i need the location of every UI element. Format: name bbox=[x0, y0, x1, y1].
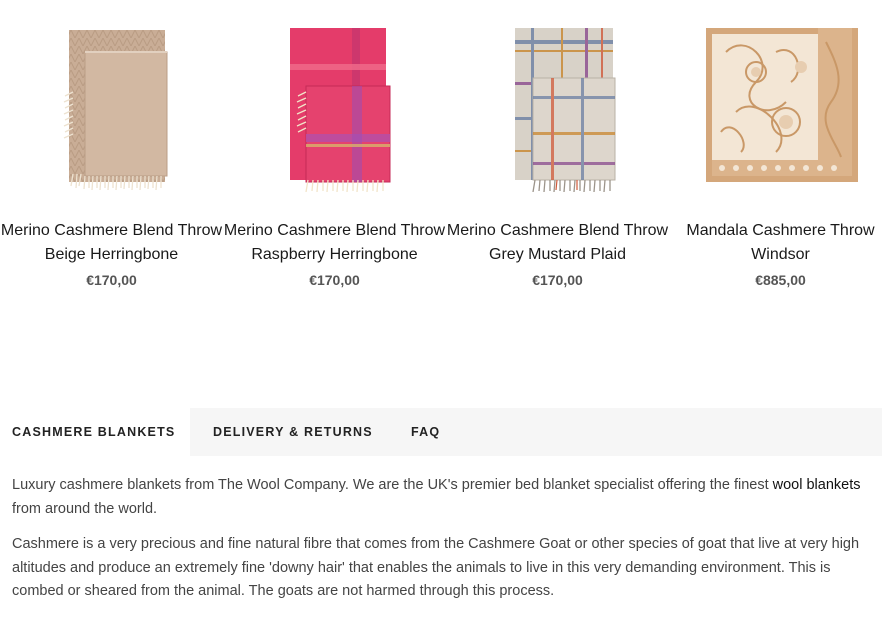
product-name-text[interactable]: Merino Cashmere Blend Throw Raspberry He… bbox=[223, 219, 446, 267]
product-name[interactable]: Merino Cashmere Blend Throw Grey Mustard… bbox=[446, 219, 669, 290]
tab-content-cashmere-blankets: Luxury cashmere blankets from The Wool C… bbox=[12, 474, 872, 616]
tab-faq[interactable]: FAQ bbox=[411, 408, 440, 456]
mandala-windsor-throw-image[interactable] bbox=[669, 22, 887, 192]
raspberry-herringbone-throw-image[interactable] bbox=[223, 22, 446, 192]
grey-mustard-plaid-throw-image[interactable] bbox=[446, 22, 669, 192]
intro-text-end: from around the world. bbox=[12, 500, 158, 517]
product-name[interactable]: Merino Cashmere Blend Throw Raspberry He… bbox=[223, 219, 446, 290]
tab-delivery-returns[interactable]: Delivery & Returns bbox=[213, 408, 373, 456]
product-price: €170,00 bbox=[309, 272, 360, 288]
intro-text: Luxury cashmere blankets from The Wool C… bbox=[12, 477, 773, 493]
cashmere-paragraph: Cashmere is a very precious and fine nat… bbox=[12, 536, 860, 599]
tab-cashmere-blankets[interactable]: Cashmere Blankets bbox=[0, 408, 190, 456]
product-name-text[interactable]: Merino Cashmere Blend Throw Grey Mustard… bbox=[446, 219, 669, 267]
wool-blankets-link[interactable]: wool blankets bbox=[773, 477, 861, 493]
product-name[interactable]: Merino Cashmere Blend Throw Beige Herrin… bbox=[0, 219, 223, 290]
product-name-text[interactable]: Mandala Cashmere Throw Windsor bbox=[669, 219, 887, 267]
product-price: €170,00 bbox=[86, 272, 137, 288]
product-name[interactable]: Mandala Cashmere Throw Windsor €885,00 bbox=[669, 219, 887, 290]
intro-paragraph: Luxury cashmere blankets from The Wool C… bbox=[12, 474, 872, 521]
product-name-text[interactable]: Merino Cashmere Blend Throw Beige Herrin… bbox=[0, 219, 223, 267]
product-grid: Merino Cashmere Blend Throw Beige Herrin… bbox=[0, 0, 887, 330]
beige-herringbone-throw-image[interactable] bbox=[0, 22, 223, 192]
product-price: €170,00 bbox=[532, 272, 583, 288]
product-price: €885,00 bbox=[755, 272, 806, 288]
info-tabs: Cashmere Blankets Delivery & Returns FAQ bbox=[0, 408, 882, 456]
